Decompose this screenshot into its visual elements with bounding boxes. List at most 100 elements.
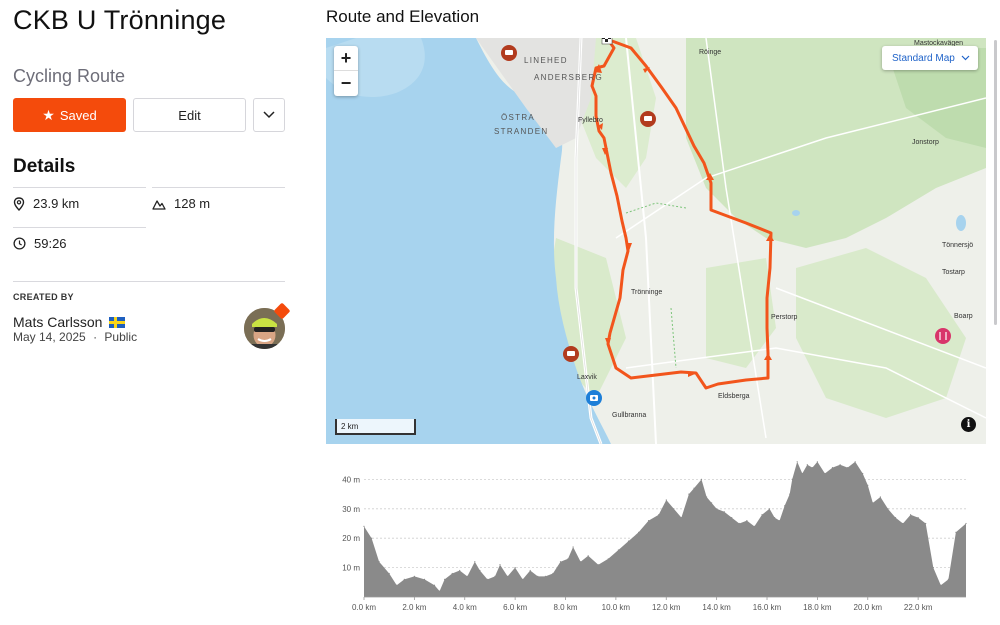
elevation-point (648, 520, 650, 522)
elevation-point (902, 522, 904, 525)
elevation-value: 128 m (174, 196, 211, 211)
elevation-point (486, 578, 488, 580)
x-tick-label: 2.0 km (402, 603, 426, 612)
route-map[interactable]: LINEHED ANDERSBERG ÖSTRA STRANDEN Fylleb… (326, 38, 986, 444)
saved-button[interactable]: ★ Saved (13, 98, 126, 132)
chevron-down-icon (263, 111, 275, 119)
map-label-fyllebro: Fyllebro (578, 117, 603, 124)
elevation-point (559, 561, 562, 563)
creator-meta: May 14, 2025 · Public (13, 330, 137, 344)
map-style-label: Standard Map (892, 52, 955, 64)
elevation-point (910, 514, 912, 516)
camera-marker-icon (586, 390, 602, 406)
elevation-point (839, 464, 841, 466)
elevation-point (700, 478, 703, 480)
zoom-out-button[interactable]: − (334, 71, 358, 96)
elevation-point (423, 578, 426, 580)
elevation-point (572, 546, 574, 548)
x-tick-label: 20.0 km (854, 603, 883, 612)
elevation-point (529, 569, 531, 572)
elevation-point (824, 472, 826, 475)
elevation-point (746, 520, 748, 522)
elevation-point (784, 505, 786, 507)
x-tick-label: 8.0 km (553, 603, 577, 612)
saved-button-label: Saved (59, 107, 97, 123)
creator-name[interactable]: Mats Carlsson (13, 314, 126, 330)
y-tick-label: 40 m (342, 475, 360, 484)
distance-value: 23.9 km (33, 196, 80, 211)
checkered-flag-icon (601, 38, 613, 45)
elevation-point (413, 575, 415, 577)
created-by-label: CREATED BY (13, 292, 74, 302)
elevation-point (552, 572, 554, 575)
more-options-button[interactable] (253, 98, 285, 132)
elevation-point (716, 508, 718, 510)
elevation-point (403, 578, 405, 580)
elevation-point (459, 569, 461, 572)
map-label-tonnersjo: Tönnersjö (942, 242, 973, 249)
elevation-point (965, 522, 967, 525)
map-info-icon[interactable]: i (961, 417, 976, 432)
action-bar: ★ Saved Edit (13, 98, 285, 132)
elevation-point (779, 520, 781, 522)
elevation-point (451, 572, 453, 575)
elevation-point (706, 496, 708, 498)
elevation-point (378, 561, 380, 563)
elevation-point (847, 467, 849, 469)
elevation-point (474, 561, 476, 563)
map-label-perstorp: Perstorp (771, 314, 798, 321)
x-tick-label: 22.0 km (904, 603, 933, 612)
elevation-point (789, 493, 791, 495)
map-style-dropdown[interactable]: Standard Map (882, 46, 978, 70)
map-label-boarp: Boarp (954, 313, 973, 320)
elevation-point (514, 567, 516, 569)
y-tick-label: 10 m (342, 564, 360, 573)
elevation-point (567, 558, 569, 560)
elevation-point (587, 555, 589, 557)
elevation-point (917, 517, 919, 519)
location-pin-icon (13, 196, 25, 211)
elevation-area (364, 461, 966, 597)
elevation-point (607, 558, 609, 560)
elevation-point (932, 567, 934, 569)
elevation-point (665, 499, 667, 501)
section-title: Route and Elevation (326, 7, 480, 26)
cafe-marker-icon (640, 111, 656, 127)
elevation-point (658, 514, 660, 516)
elevation-point (371, 537, 373, 539)
route-title: CKB U Trönninge (13, 5, 227, 35)
elevation-point (439, 590, 441, 592)
elevation-point (494, 575, 496, 577)
elevation-point (693, 487, 695, 489)
map-label-ostra: ÖSTRA (501, 113, 535, 122)
elevation-point (433, 584, 436, 586)
chevron-down-icon (961, 55, 970, 61)
elevation-point (796, 461, 798, 463)
sweden-flag-icon (109, 317, 126, 328)
elevation-point (768, 508, 771, 510)
meta-separator: · (93, 330, 98, 344)
map-label-tronninge: Trönninge (631, 289, 662, 296)
edit-button[interactable]: Edit (133, 98, 246, 132)
visibility-label: Public (104, 330, 138, 344)
elevation-point (507, 575, 509, 577)
y-tick-label: 30 m (342, 505, 360, 514)
x-tick-label: 16.0 km (753, 603, 782, 612)
map-label-laxvik: Laxvik (577, 374, 597, 381)
time-value: 59:26 (34, 236, 67, 251)
elevation-point (925, 522, 927, 525)
elevation-point (499, 564, 501, 566)
elevation-chart[interactable]: 10 m 20 m 30 m 40 m 0.0 km 2.0 km 4.0 km 6.0 km… (326, 450, 986, 620)
time-stat: 59:26 (13, 227, 146, 267)
elevation-point (816, 461, 818, 463)
x-tick-label: 12.0 km (652, 603, 681, 612)
elevation-point (466, 575, 468, 577)
elevation-point (791, 478, 793, 480)
elevation-point (617, 549, 619, 551)
cafe-marker-icon (501, 45, 517, 61)
elevation-point (680, 517, 682, 519)
zoom-in-button[interactable]: + (334, 46, 358, 71)
elevation-point (688, 493, 690, 495)
elevation-point (774, 517, 776, 519)
scrollbar[interactable] (994, 40, 997, 325)
